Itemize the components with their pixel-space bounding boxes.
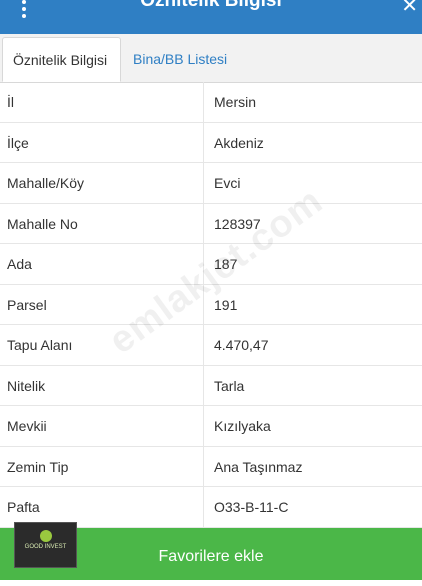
table-row: Ada 187 (0, 244, 422, 285)
tab-bina-bb-listesi[interactable]: Bina/BB Listesi (123, 37, 237, 82)
table-row: Mahalle/Köy Evci (0, 163, 422, 204)
table-row: Mevkii Kızılyaka (0, 406, 422, 447)
table-row: Nitelik Tarla (0, 365, 422, 406)
attribute-label: Parsel (0, 284, 204, 324)
attribute-label: Mahalle/Köy (0, 163, 204, 203)
attribute-label: Ada (0, 244, 204, 284)
attribute-label: Nitelik (0, 365, 204, 405)
attribute-label: Pafta (0, 487, 204, 527)
attribute-value: 128397 (214, 215, 261, 232)
tab-oznitelik-bilgisi[interactable]: Öznitelik Bilgisi (2, 37, 121, 82)
dialog-title: Öznitelik Bilgisi (140, 0, 282, 11)
attribute-label: Tapu Alanı (0, 325, 204, 365)
attribute-value: Ana Taşınmaz (214, 458, 303, 475)
table-row: İlçe Akdeniz (0, 122, 422, 163)
attribute-value: Evci (214, 175, 241, 191)
attribute-label: İl (0, 82, 204, 122)
close-icon[interactable]: ✕ (401, 0, 418, 18)
attribute-value: O33-B-11-C (214, 499, 289, 515)
dialog-header: Öznitelik Bilgisi ✕ (0, 0, 422, 34)
table-row: Parsel 191 (0, 284, 422, 325)
attribute-value: Mersin (214, 94, 257, 110)
good-invest-logo: GOOD INVEST (14, 522, 77, 568)
attribute-value: 187 (214, 256, 238, 272)
attribute-label: Mahalle No (0, 203, 204, 243)
table-row: İl Mersin (0, 82, 422, 123)
tab-bar: Öznitelik Bilgisi Bina/BB Listesi (0, 34, 422, 83)
logo-text: GOOD INVEST (24, 544, 67, 550)
logo-mark-icon (40, 530, 52, 542)
table-row: Zemin Tip Ana Taşınmaz (0, 446, 422, 487)
attribute-label: Zemin Tip (0, 446, 204, 486)
table-row: Tapu Alanı 4.470,47 (0, 325, 422, 366)
attribute-value: Tarla (214, 377, 245, 394)
attribute-value: Kızılyaka (214, 418, 271, 434)
attribute-value: 4.470,47 (214, 337, 269, 353)
attribute-value: 191 (214, 296, 238, 313)
attribute-value: Akdeniz (214, 134, 264, 151)
attribute-label: Mevkii (0, 406, 204, 446)
attribute-table: İl Mersin İlçe Akdeniz Mahalle/Köy Evci … (0, 82, 422, 528)
attribute-label: İlçe (0, 122, 204, 162)
table-row: Mahalle No 128397 (0, 203, 422, 244)
